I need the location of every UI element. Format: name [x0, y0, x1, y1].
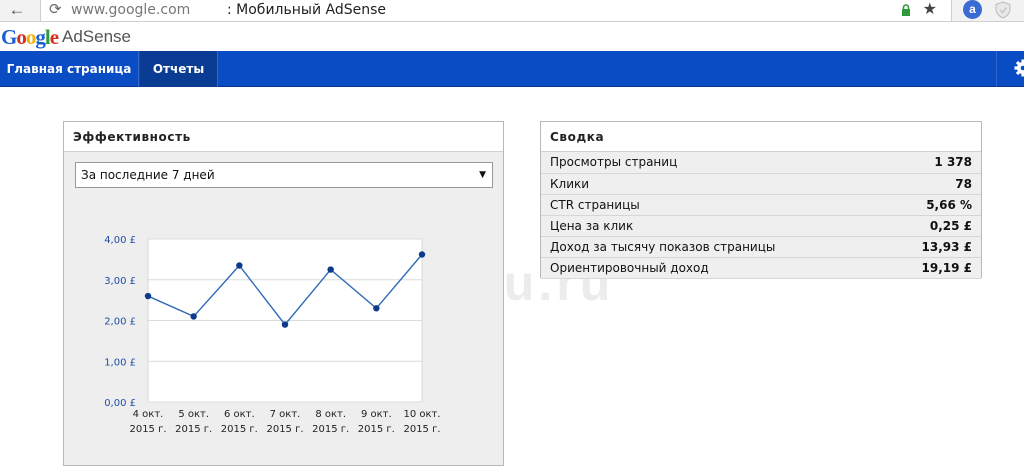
period-select-value: За последние 7 дней [81, 168, 215, 182]
data-point [373, 305, 379, 311]
gear-icon[interactable] [996, 51, 1024, 87]
row-value: 78 [884, 173, 981, 194]
data-point [145, 293, 151, 299]
x-tick-label: 7 окт. [270, 409, 301, 420]
row-value: 1 378 [884, 152, 981, 173]
row-label: Просмотры страниц [541, 152, 884, 173]
x-tick-label: 2015 г. [403, 424, 440, 435]
data-point [236, 262, 242, 268]
row-value: 13,93 £ [884, 236, 981, 257]
address-bar[interactable]: ⟳ www.google.com : Мобильный AdSense ★ [40, 0, 952, 21]
row-label: Цена за клик [541, 215, 884, 236]
url-text: www.google.com [71, 0, 190, 20]
bookmark-star-icon[interactable]: ★ [923, 0, 937, 20]
data-point [282, 321, 288, 327]
x-tick-label: 2015 г. [266, 424, 303, 435]
x-tick-label: 5 окт. [178, 409, 209, 420]
row-value: 19,19 £ [884, 257, 981, 278]
product-name: AdSense [62, 27, 131, 47]
reload-icon[interactable]: ⟳ [49, 0, 62, 20]
logo-bar: Google AdSense [0, 22, 1024, 51]
x-tick-label: 10 окт. [403, 409, 440, 420]
table-row: Доход за тысячу показов страницы13,93 £ [541, 236, 981, 257]
x-tick-label: 6 окт. [224, 409, 255, 420]
y-tick-label: 3,00 £ [104, 276, 136, 287]
table-row: Цена за клик0,25 £ [541, 215, 981, 236]
row-value: 5,66 % [884, 194, 981, 215]
summary-panel: Сводка Просмотры страниц1 378 Клики78 CT… [540, 121, 982, 278]
extension-a-icon[interactable]: a [963, 0, 982, 19]
data-point [327, 266, 333, 272]
table-row: Клики78 [541, 173, 981, 194]
x-tick-label: 2015 г. [358, 424, 395, 435]
back-arrow-icon[interactable]: ← [6, 1, 28, 21]
google-logo[interactable]: Google [1, 25, 58, 50]
data-point [190, 313, 196, 319]
y-tick-label: 1,00 £ [104, 357, 136, 368]
x-tick-label: 2015 г. [129, 424, 166, 435]
row-label: Доход за тысячу показов страницы [541, 236, 884, 257]
row-label: Ориентировочный доход [541, 257, 884, 278]
shield-icon[interactable] [995, 1, 1011, 24]
x-tick-label: 2015 г. [221, 424, 258, 435]
row-label: Клики [541, 173, 884, 194]
revenue-chart-svg: 0,00 £ 1,00 £ 2,00 £ 3,00 £ 4,00 £ 4 окт. 2015… [64, 194, 505, 467]
performance-panel: Эффективность За последние 7 дней ▼ 0,00… [63, 121, 504, 466]
main-nav: Главная страница Отчеты [0, 51, 1024, 87]
tab-home[interactable]: Главная страница [0, 51, 139, 87]
table-row: CTR страницы5,66 % [541, 194, 981, 215]
summary-table: Просмотры страниц1 378 Клики78 CTR стран… [541, 152, 981, 279]
x-tick-label: 9 окт. [361, 409, 392, 420]
y-tick-label: 4,00 £ [104, 235, 136, 246]
row-label: CTR страницы [541, 194, 884, 215]
x-tick-label: 8 окт. [315, 409, 346, 420]
browser-toolbar: ← ⟳ www.google.com : Мобильный AdSense ★… [0, 0, 1024, 22]
period-select[interactable]: За последние 7 дней ▼ [75, 162, 493, 188]
summary-title: Сводка [541, 122, 981, 152]
y-tick-label: 0,00 £ [104, 398, 136, 409]
table-row: Ориентировочный доход19,19 £ [541, 257, 981, 278]
tab-reports[interactable]: Отчеты [140, 51, 218, 87]
performance-title: Эффективность [64, 122, 503, 152]
y-tick-label: 2,00 £ [104, 317, 136, 328]
x-tick-label: 2015 г. [175, 424, 212, 435]
table-row: Просмотры страниц1 378 [541, 152, 981, 173]
revenue-chart: 0,00 £ 1,00 £ 2,00 £ 3,00 £ 4,00 £ 4 окт. 2015… [64, 194, 505, 467]
x-tick-label: 4 окт. [133, 409, 164, 420]
data-point [419, 251, 425, 257]
lock-icon[interactable] [901, 4, 911, 22]
x-tick-label: 2015 г. [312, 424, 349, 435]
dropdown-arrow-icon[interactable]: ▼ [479, 163, 486, 187]
row-value: 0,25 £ [884, 215, 981, 236]
page-title-text: : Мобильный AdSense [227, 0, 386, 20]
